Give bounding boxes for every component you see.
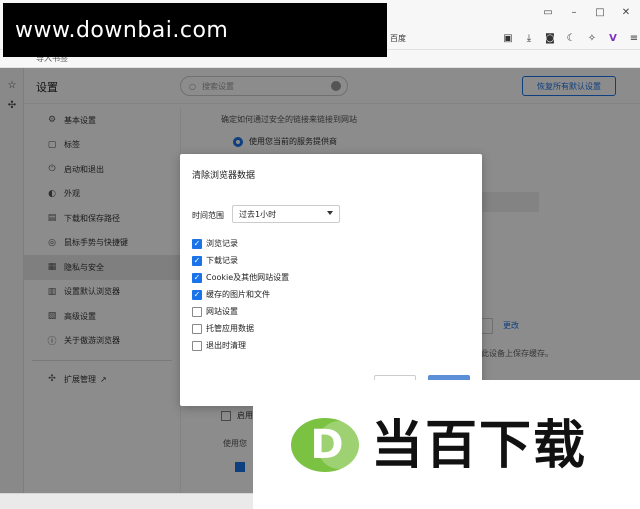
minimize-icon[interactable]: – bbox=[566, 4, 582, 20]
dialog-title: 清除浏览器数据 bbox=[192, 171, 256, 181]
checkbox-checked[interactable]: ✓ bbox=[192, 289, 202, 300]
checkbox-checked[interactable]: ✓ bbox=[192, 238, 202, 249]
note-icon[interactable]: ▣ bbox=[500, 30, 516, 46]
maximize-icon[interactable]: □ bbox=[592, 4, 608, 20]
camera-icon[interactable]: ◙ bbox=[542, 30, 558, 46]
extension-icon[interactable]: ✧ bbox=[584, 30, 600, 46]
option-downloads[interactable]: ✓ 下载记录 bbox=[192, 252, 452, 269]
window-controls: ▭ – □ ✕ bbox=[540, 4, 634, 20]
chevron-down-icon bbox=[327, 211, 333, 215]
checkbox-unchecked[interactable] bbox=[192, 340, 202, 351]
time-range-label: 时间范围 bbox=[192, 211, 224, 220]
address-text: 百度 bbox=[390, 33, 406, 43]
toolbar-icons: ▣ ⤓ ◙ ☾ ✧ V ≡ bbox=[500, 30, 640, 46]
brand-text: 当百下载 bbox=[371, 416, 588, 476]
option-clear-on-exit[interactable]: 退出时清理 bbox=[192, 337, 452, 354]
option-cookies[interactable]: ✓ Cookie及其他网站设置 bbox=[192, 269, 452, 286]
checkbox-checked[interactable]: ✓ bbox=[192, 255, 202, 266]
night-mode-icon[interactable]: ☾ bbox=[563, 30, 579, 46]
checkbox-unchecked[interactable] bbox=[192, 306, 202, 317]
brand-logo-icon: D bbox=[291, 418, 361, 472]
checkbox-checked[interactable]: ✓ bbox=[192, 272, 202, 283]
clear-options-list: ✓ 浏览记录 ✓ 下载记录 ✓ Cookie及其他网站设置 ✓ 缓存的图片和文件 网站设… bbox=[192, 235, 452, 354]
logo-letter: D bbox=[310, 422, 343, 468]
watermark-url: www.downbai.com bbox=[15, 17, 229, 43]
close-icon[interactable]: ✕ bbox=[618, 4, 634, 20]
time-range-value: 过去1小时 bbox=[239, 209, 277, 219]
option-cache[interactable]: ✓ 缓存的图片和文件 bbox=[192, 286, 452, 303]
time-range-select[interactable]: 过去1小时 bbox=[232, 205, 340, 223]
option-site-settings[interactable]: 网站设置 bbox=[192, 303, 452, 320]
clear-data-dialog: 清除浏览器数据 时间范围 过去1小时 ✓ 浏览记录 ✓ 下载记录 ✓ Cookie及其… bbox=[180, 154, 482, 406]
option-hosted-app-data[interactable]: 托管应用数据 bbox=[192, 320, 452, 337]
vpn-icon[interactable]: V bbox=[605, 30, 621, 46]
address-bar[interactable]: 百度 bbox=[380, 30, 492, 46]
watermark-brand-banner: D 当百下载 bbox=[253, 380, 640, 509]
checkbox-unchecked[interactable] bbox=[192, 323, 202, 334]
menu-icon[interactable]: ≡ bbox=[626, 30, 640, 46]
option-history[interactable]: ✓ 浏览记录 bbox=[192, 235, 452, 252]
download-icon[interactable]: ⤓ bbox=[521, 30, 537, 46]
watermark-url-banner: www.downbai.com bbox=[3, 3, 387, 57]
sidebar-toggle-icon[interactable]: ▭ bbox=[540, 4, 556, 20]
